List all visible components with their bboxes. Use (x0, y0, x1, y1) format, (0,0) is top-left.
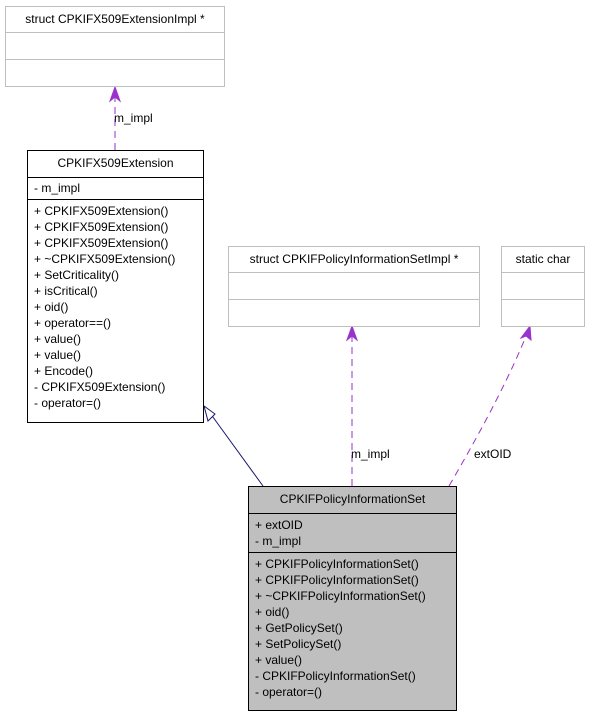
inheritance-arrowhead (203, 404, 216, 422)
class-node-extension-impl[interactable]: struct CPKIFX509ExtensionImpl * (5, 6, 225, 87)
method-row: + CPKIFX509Extension() (34, 220, 169, 234)
attributes-section: + extOID - m_impl (249, 513, 456, 552)
method-row: + SetCriticality() (34, 268, 120, 282)
methods-section (229, 299, 479, 325)
arrowhead-staticchar (519, 324, 532, 342)
methods-section (502, 299, 584, 325)
method-row: - CPKIFX509Extension() (34, 380, 166, 394)
class-title: struct CPKIFX509ExtensionImpl * (25, 12, 205, 26)
attribute-row: - m_impl (255, 534, 302, 548)
attributes-section (229, 272, 479, 299)
class-node-x509-extension[interactable]: CPKIFX509Extension - m_impl + CPKIFX509E… (27, 150, 204, 423)
methods-section: + CPKIFPolicyInformationSet() + CPKIFPol… (249, 552, 456, 700)
methods-section (6, 59, 224, 85)
method-row: + ~CPKIFX509Extension() (34, 252, 176, 266)
edge-label-m-impl-ext: m_impl (114, 111, 153, 125)
method-row: + CPKIFPolicyInformationSet() (255, 557, 419, 571)
method-row: + value() (34, 348, 82, 362)
method-row: - operator=() (255, 685, 323, 699)
attributes-section: - m_impl (28, 177, 203, 199)
method-row: + CPKIFX509Extension() (34, 236, 169, 250)
method-row: + ~CPKIFPolicyInformationSet() (255, 589, 426, 603)
edge-policyset-to-staticchar (448, 330, 529, 487)
attribute-row: - m_impl (34, 181, 81, 195)
method-row: + operator==() (34, 316, 112, 330)
method-row: + isCritical() (34, 284, 98, 298)
edge-policyset-to-x509ext (209, 412, 264, 487)
method-row: + GetPolicySet() (255, 621, 343, 635)
class-node-policy-info-set-impl[interactable]: struct CPKIFPolicyInformationSetImpl * (228, 246, 480, 327)
method-row: + Encode() (34, 364, 94, 378)
edge-label-extoid: extOID (474, 447, 512, 461)
attributes-section (502, 272, 584, 299)
method-row: + CPKIFX509Extension() (34, 204, 169, 218)
class-title: CPKIFX509Extension (57, 156, 174, 170)
method-row: + value() (34, 332, 82, 346)
class-title: struct CPKIFPolicyInformationSetImpl * (249, 252, 459, 266)
method-row: + oid() (255, 605, 290, 619)
class-title: CPKIFPolicyInformationSet (279, 492, 426, 506)
class-node-static-char[interactable]: static char (501, 246, 585, 327)
class-title: static char (515, 252, 571, 266)
method-row: + oid() (34, 300, 69, 314)
attributes-section (6, 32, 224, 59)
class-node-policy-information-set[interactable]: CPKIFPolicyInformationSet + extOID - m_i… (248, 486, 457, 711)
method-row: + value() (255, 653, 303, 667)
attribute-row: + extOID (255, 518, 303, 532)
method-row: - operator=() (34, 396, 102, 410)
methods-section: + CPKIFX509Extension() + CPKIFX509Extens… (28, 199, 203, 411)
method-row: - CPKIFPolicyInformationSet() (255, 669, 416, 683)
method-row: + CPKIFPolicyInformationSet() (255, 573, 419, 587)
edge-label-m-impl-policy: m_impl (351, 447, 390, 461)
method-row: + SetPolicySet() (255, 637, 342, 651)
